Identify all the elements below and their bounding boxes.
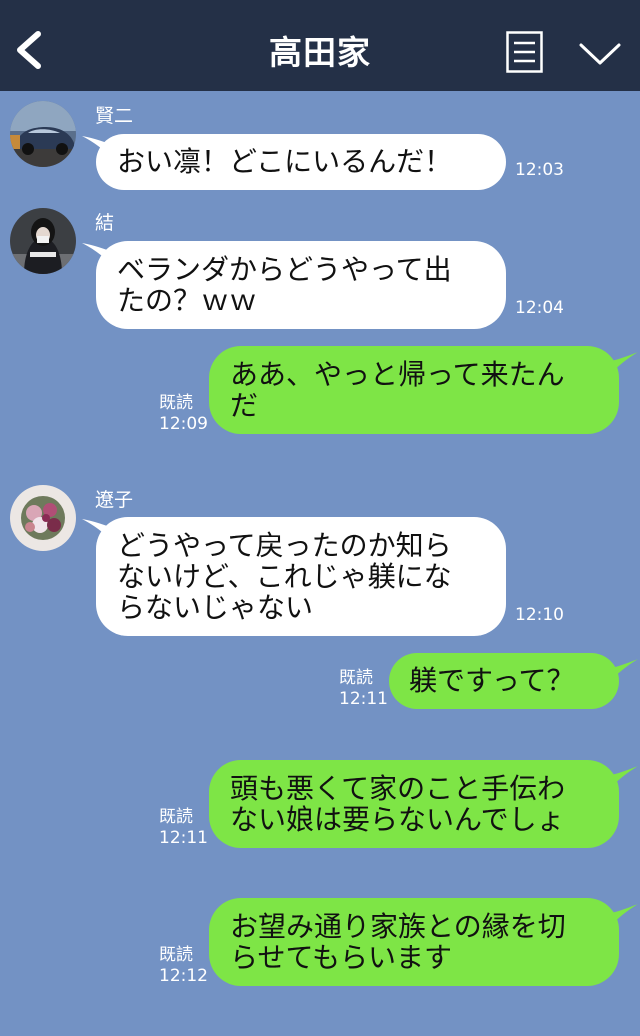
read-receipt: 既読 12:12: [159, 945, 208, 987]
message-line: ないけど、これじゃ躾にな: [117, 560, 452, 593]
message-line: らないじゃない: [117, 591, 314, 624]
bubble-tail: [606, 766, 638, 788]
message-time: 12:03: [515, 160, 564, 180]
message-line: お望み通り家族との縁を切: [230, 910, 566, 943]
sender-name: 遼子: [95, 489, 134, 511]
avatar[interactable]: [10, 208, 76, 274]
message-bubble[interactable]: お望み通り家族との縁を切 らせてもらいます: [209, 898, 619, 986]
message-bubble[interactable]: おい凛！どこにいるんだ！: [96, 134, 506, 190]
read-receipt: 既読 12:11: [339, 668, 388, 710]
message-bubble[interactable]: ベランダからどうやって出 たの？ｗｗ: [96, 241, 506, 329]
message-time: 12:04: [515, 298, 564, 318]
read-label: 既読: [339, 668, 373, 688]
menu-icon[interactable]: [506, 31, 543, 73]
read-receipt: 既読 12:11: [159, 807, 208, 849]
avatar[interactable]: [10, 485, 76, 551]
message-line: だ: [230, 389, 259, 422]
avatar[interactable]: [10, 101, 76, 167]
sender-name: 賢二: [95, 105, 134, 127]
message-line: ない娘は要らないんでしょ: [230, 803, 565, 836]
person-avatar-image: [10, 208, 76, 274]
message-line: 頭も悪くて家のこと手伝わ: [230, 772, 566, 805]
message-line: どうやって戻ったのか知ら: [117, 529, 452, 562]
read-receipt: 既読 12:09: [159, 393, 208, 435]
message-line: ああ、やっと帰って来たん: [230, 358, 565, 391]
car-avatar-image: [10, 101, 76, 167]
message-bubble[interactable]: どうやって戻ったのか知ら ないけど、これじゃ躾にな らないじゃない: [96, 517, 506, 636]
message-line: たの？ｗｗ: [117, 284, 258, 317]
chat-title: 高田家: [269, 33, 371, 72]
bubble-tail: [606, 904, 638, 926]
message-line: らせてもらいます: [230, 941, 453, 974]
message-bubble[interactable]: 躾ですって？: [389, 653, 619, 709]
bubble-tail: [606, 352, 638, 374]
message-text: おい凛！どこにいるんだ！: [117, 145, 453, 178]
message-bubble[interactable]: ああ、やっと帰って来たん だ: [209, 346, 619, 434]
message-time: 12:11: [159, 828, 208, 848]
sender-name: 結: [95, 212, 115, 234]
message-bubble[interactable]: 頭も悪くて家のこと手伝わ ない娘は要らないんでしょ: [209, 760, 619, 848]
message-text: 躾ですって？: [409, 664, 575, 697]
read-label: 既読: [159, 807, 193, 827]
message-time: 12:11: [339, 689, 388, 709]
chevron-down-icon[interactable]: [578, 40, 622, 68]
message-time: 12:09: [159, 414, 208, 434]
bubble-tail: [606, 659, 638, 681]
chat-header: 高田家: [0, 0, 640, 91]
read-label: 既読: [159, 393, 193, 413]
message-line: ベランダからどうやって出: [117, 253, 452, 286]
read-label: 既読: [159, 945, 193, 965]
message-time: 12:12: [159, 966, 208, 986]
message-time: 12:10: [515, 605, 564, 625]
flower-avatar-image: [10, 485, 76, 551]
